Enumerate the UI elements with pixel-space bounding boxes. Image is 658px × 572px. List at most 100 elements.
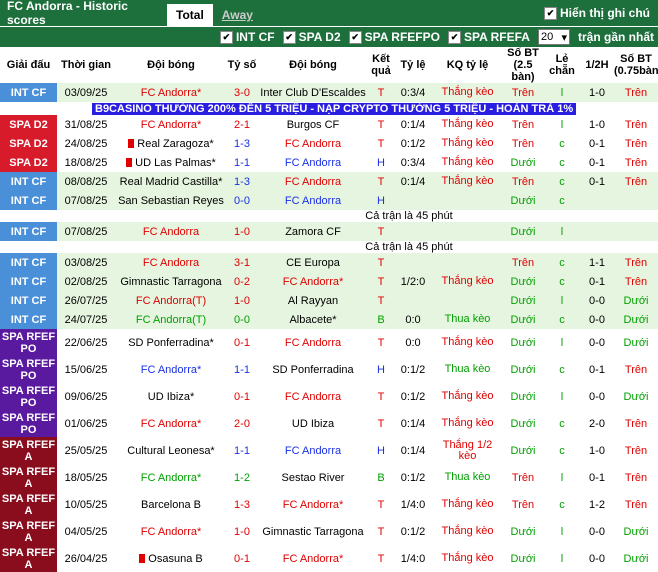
home-team[interactable]: FC Andorra* [115,518,227,545]
match-score[interactable]: 0-2 [227,272,257,291]
league-badge[interactable]: SPA RFEF A [0,545,57,572]
filter-spa-d2[interactable]: ✔ SPA D2 [282,30,341,44]
table-row[interactable]: SPA RFEF PO 22/06/25 SD Ponferradina* 0-1 FC… [0,329,658,356]
away-team[interactable]: FC Andorra* [257,272,369,291]
home-team[interactable]: FC Andorra [115,222,227,241]
away-team[interactable]: FC Andorra* [257,545,369,572]
match-score[interactable]: 1-0 [227,222,257,241]
table-row[interactable]: INT CF 07/08/25 FC Andorra 1-0 Zamora CF T Dướ… [0,222,658,241]
away-team[interactable]: SD Ponferradina [257,356,369,383]
away-team[interactable]: FC Andorra [257,383,369,410]
match-score[interactable]: 1-3 [227,491,257,518]
home-team-name[interactable]: FC Andorra(T) [136,295,206,307]
home-team-name[interactable]: UD Las Palmas* [135,157,216,169]
home-team-name[interactable]: Cultural Leonesa* [127,445,214,457]
league-badge[interactable]: INT CF [0,83,57,102]
league-badge[interactable]: INT CF [0,172,57,191]
away-team[interactable]: FC Andorra [257,329,369,356]
home-team-name[interactable]: Real Zaragoza* [137,138,213,150]
checkbox-icon[interactable]: ✔ [544,6,557,20]
match-score[interactable]: 0-1 [227,329,257,356]
home-team-name[interactable]: FC Andorra* [141,87,202,99]
match-score[interactable]: 3-1 [227,253,257,272]
table-row[interactable]: INT CF 24/07/25 FC Andorra(T) 0-0 Albacete* B… [0,310,658,329]
table-row[interactable]: SPA D2 24/08/25 Real Zaragoza* 1-3 FC Andorr… [0,134,658,153]
home-team[interactable]: UD Ibiza* [115,383,227,410]
league-badge[interactable]: INT CF [0,272,57,291]
league-badge[interactable]: INT CF [0,222,57,241]
home-team-name[interactable]: Real Madrid Castilla* [120,176,223,188]
match-score[interactable]: 2-1 [227,115,257,134]
home-team[interactable]: FC Andorra* [115,83,227,102]
home-team[interactable]: FC Andorra* [115,115,227,134]
home-team[interactable]: UD Las Palmas* [115,153,227,172]
league-badge[interactable]: INT CF [0,310,57,329]
home-team-name[interactable]: San Sebastian Reyes [118,195,224,207]
match-count-select[interactable]: 20 ▾ [537,29,570,45]
table-row[interactable]: SPA RFEF A 04/05/25 FC Andorra* 1-0 Gimnasti… [0,518,658,545]
match-score[interactable]: 1-0 [227,518,257,545]
home-team[interactable]: FC Andorra(T) [115,291,227,310]
away-team[interactable]: Sestao River [257,464,369,491]
league-badge[interactable]: SPA RFEF A [0,491,57,518]
league-badge[interactable]: SPA RFEF A [0,518,57,545]
league-badge[interactable]: SPA D2 [0,134,57,153]
away-team[interactable]: Burgos CF [257,115,369,134]
home-team[interactable]: Gimnastic Tarragona [115,272,227,291]
league-badge[interactable]: SPA RFEF A [0,437,57,464]
table-row[interactable]: SPA RFEF A 26/04/25 Osasuna B 0-1 FC Andorra… [0,545,658,572]
table-row[interactable]: SPA RFEF PO 15/06/25 FC Andorra* 1-1 SD Ponf… [0,356,658,383]
show-notes-toggle[interactable]: ✔ Hiển thị ghi chú [544,6,650,20]
league-badge[interactable]: SPA RFEF PO [0,410,57,437]
table-row[interactable]: SPA RFEF PO 09/06/25 UD Ibiza* 0-1 FC Andorr… [0,383,658,410]
away-team[interactable]: Inter Club D'Escaldes [257,83,369,102]
match-score[interactable]: 1-1 [227,153,257,172]
home-team-name[interactable]: Barcelona B [141,499,201,511]
ad-banner-link[interactable]: B9CASINO THƯỞNG 200% ĐẾN 5 TRIỆU - NẠP C… [92,102,577,115]
home-team-name[interactable]: FC Andorra [143,257,199,269]
table-row[interactable]: SPA RFEF A 10/05/25 Barcelona B 1-3 FC Andor… [0,491,658,518]
filter-spa-rfefpo[interactable]: ✔ SPA RFEFPO [348,30,440,44]
away-team[interactable]: FC Andorra [257,153,369,172]
away-team[interactable]: FC Andorra [257,437,369,464]
match-score[interactable]: 0-1 [227,383,257,410]
home-team-name[interactable]: SD Ponferradina* [128,337,214,349]
table-row[interactable]: INT CF 08/08/25 Real Madrid Castilla* 1-3 FC… [0,172,658,191]
home-team[interactable]: SD Ponferradina* [115,329,227,356]
match-score[interactable]: 0-0 [227,191,257,210]
away-team[interactable]: Zamora CF [257,222,369,241]
table-row[interactable]: SPA D2 31/08/25 FC Andorra* 2-1 Burgos CF T 0:… [0,115,658,134]
table-row[interactable]: INT CF 07/08/25 San Sebastian Reyes 0-0 FC A… [0,191,658,210]
league-badge[interactable]: SPA RFEF A [0,464,57,491]
league-badge[interactable]: INT CF [0,253,57,272]
home-team-name[interactable]: FC Andorra* [141,472,202,484]
match-score[interactable]: 1-1 [227,437,257,464]
match-score[interactable]: 1-3 [227,134,257,153]
match-score[interactable]: 2-0 [227,410,257,437]
checkbox-icon[interactable]: ✔ [447,30,461,44]
home-team[interactable]: Cultural Leonesa* [115,437,227,464]
match-score[interactable]: 0-0 [227,310,257,329]
home-team-name[interactable]: FC Andorra* [141,119,202,131]
tab-away[interactable]: Away [213,4,262,26]
table-row[interactable]: SPA RFEF A 18/05/25 FC Andorra* 1-2 Sestao R… [0,464,658,491]
league-badge[interactable]: SPA RFEF PO [0,356,57,383]
home-team[interactable]: Real Zaragoza* [115,134,227,153]
home-team-name[interactable]: FC Andorra* [141,364,202,376]
league-badge[interactable]: SPA D2 [0,153,57,172]
home-team[interactable]: FC Andorra(T) [115,310,227,329]
home-team[interactable]: FC Andorra* [115,464,227,491]
league-badge[interactable]: SPA RFEF PO [0,329,57,356]
home-team-name[interactable]: Gimnastic Tarragona [120,276,221,288]
away-team[interactable]: FC Andorra [257,134,369,153]
league-badge[interactable]: INT CF [0,291,57,310]
home-team-name[interactable]: FC Andorra* [141,418,202,430]
away-team[interactable]: Gimnastic Tarragona [257,518,369,545]
away-team[interactable]: Albacete* [257,310,369,329]
table-row[interactable]: SPA D2 18/08/25 UD Las Palmas* 1-1 FC Andorr… [0,153,658,172]
filter-spa-rfefa[interactable]: ✔ SPA RFEFA [447,30,530,44]
home-team[interactable]: FC Andorra [115,253,227,272]
away-team[interactable]: FC Andorra [257,172,369,191]
table-row[interactable]: SPA RFEF PO 01/06/25 FC Andorra* 2-0 UD Ibiz… [0,410,658,437]
table-row[interactable]: INT CF 03/08/25 FC Andorra 3-1 CE Europa T Trê… [0,253,658,272]
